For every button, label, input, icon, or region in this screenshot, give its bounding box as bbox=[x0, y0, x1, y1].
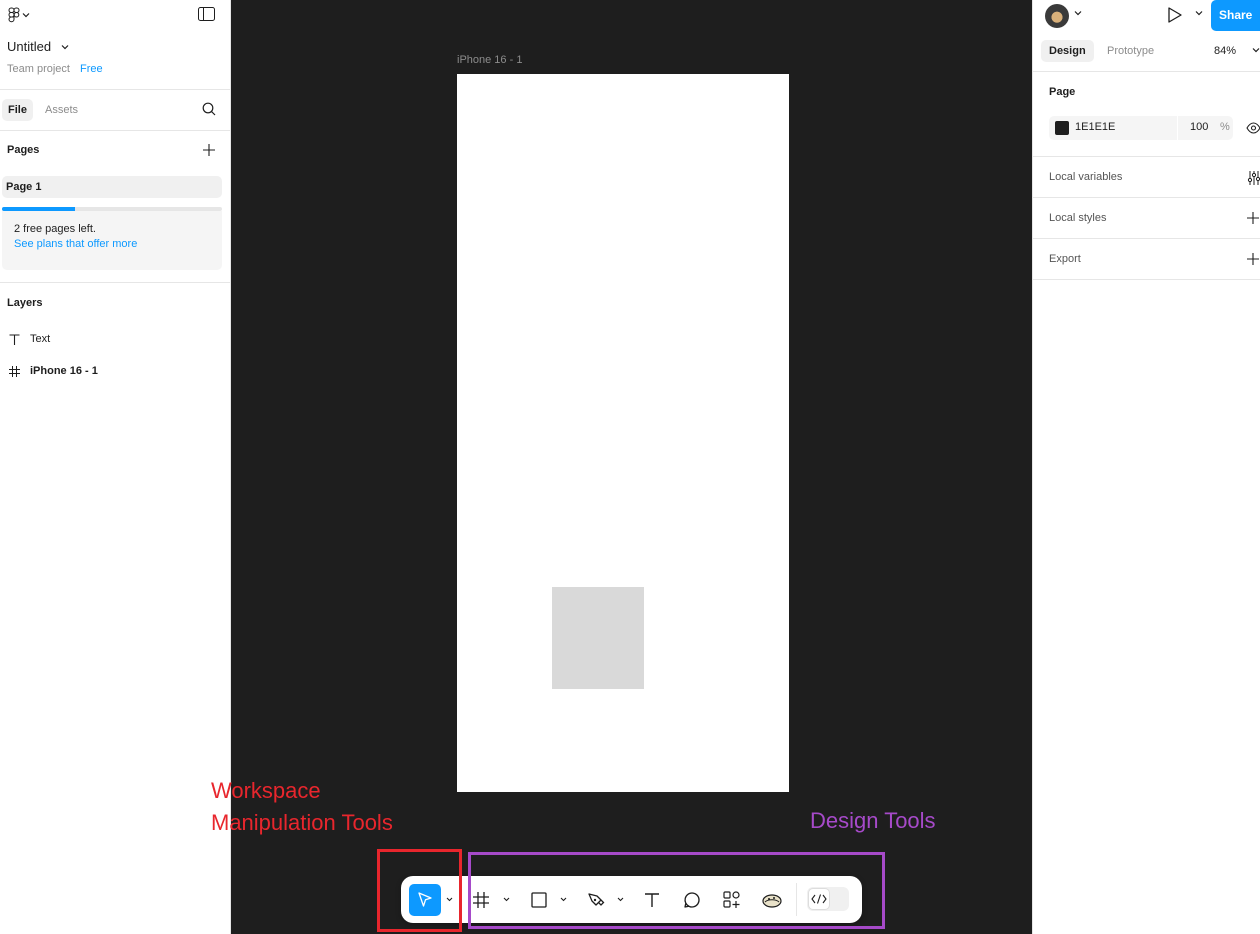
right-header: Share Design Prototype 84% bbox=[1033, 0, 1260, 72]
avatar[interactable] bbox=[1045, 4, 1069, 28]
divider bbox=[0, 282, 230, 283]
main-menu-button[interactable] bbox=[8, 7, 32, 23]
tab-design[interactable]: Design bbox=[1041, 40, 1094, 62]
background-hex[interactable]: 1E1E1E bbox=[1075, 121, 1115, 133]
export-label: Export bbox=[1049, 253, 1081, 265]
sidebar-toggle-icon[interactable] bbox=[198, 7, 215, 21]
canvas[interactable]: iPhone 16 - 1 Workspace Manipulation Too… bbox=[211, 0, 1248, 934]
annotation-workspace-line1: Workspace bbox=[211, 778, 321, 803]
sliders-icon[interactable] bbox=[1247, 171, 1260, 185]
add-page-icon[interactable] bbox=[203, 144, 215, 156]
background-color-field[interactable]: 1E1E1E 100 % bbox=[1049, 116, 1233, 140]
zoom-level[interactable]: 84% bbox=[1214, 45, 1236, 57]
plan-badge[interactable]: Free bbox=[80, 63, 103, 75]
file-title-text: Untitled bbox=[7, 39, 52, 54]
figma-logo-icon bbox=[8, 7, 20, 23]
layer-name: Text bbox=[30, 333, 51, 345]
annotation-workspace-line2: Manipulation Tools bbox=[211, 810, 393, 835]
file-header: Untitled Team project Free bbox=[0, 0, 230, 90]
team-name[interactable]: Team project bbox=[7, 63, 70, 75]
frame-label[interactable]: iPhone 16 - 1 bbox=[457, 54, 522, 66]
annotation-box-workspace bbox=[377, 849, 462, 932]
upsell-link[interactable]: See plans that offer more bbox=[14, 238, 210, 250]
text-icon bbox=[8, 333, 20, 345]
page-section: Page 1E1E1E 100 % bbox=[1033, 72, 1260, 157]
local-variables-label: Local variables bbox=[1049, 171, 1123, 183]
tab-prototype[interactable]: Prototype bbox=[1099, 40, 1162, 62]
chevron-down-icon[interactable] bbox=[1074, 10, 1082, 16]
file-title[interactable]: Untitled bbox=[7, 39, 69, 54]
chevron-down-icon[interactable] bbox=[1195, 10, 1203, 16]
annotation-box-design bbox=[468, 852, 885, 929]
page-item-page-1[interactable]: Page 1 bbox=[2, 176, 222, 198]
chevron-down-icon bbox=[61, 44, 69, 49]
opacity-unit: % bbox=[1220, 121, 1230, 133]
plus-icon[interactable] bbox=[1247, 253, 1259, 265]
present-play-icon[interactable] bbox=[1167, 6, 1183, 24]
export-section[interactable]: Export bbox=[1033, 239, 1260, 280]
color-swatch[interactable] bbox=[1055, 121, 1069, 135]
local-variables-section[interactable]: Local variables bbox=[1033, 157, 1260, 198]
upsell-card: 2 free pages left. See plans that offer … bbox=[2, 211, 222, 270]
page-section-title: Page bbox=[1049, 86, 1076, 98]
chevron-down-icon bbox=[22, 13, 30, 18]
layer-item-frame[interactable]: iPhone 16 - 1 bbox=[8, 363, 98, 379]
iphone-frame[interactable] bbox=[457, 74, 789, 792]
opacity-value[interactable]: 100 bbox=[1190, 121, 1208, 133]
rectangle-shape[interactable] bbox=[552, 587, 644, 689]
layer-item-text[interactable]: Text bbox=[8, 331, 50, 347]
plus-icon[interactable] bbox=[1247, 212, 1259, 224]
layers-heading: Layers bbox=[7, 297, 43, 309]
annotation-design-tools: Design Tools bbox=[810, 808, 936, 833]
local-styles-label: Local styles bbox=[1049, 212, 1107, 224]
team-info: Team project Free bbox=[7, 63, 103, 75]
frame-icon bbox=[8, 365, 20, 377]
annotation-workspace: Workspace Manipulation Tools bbox=[211, 775, 393, 839]
upsell-text: 2 free pages left. bbox=[14, 223, 96, 235]
left-tabs: File Assets bbox=[0, 90, 230, 131]
tab-assets[interactable]: Assets bbox=[39, 99, 84, 121]
search-icon[interactable] bbox=[202, 102, 216, 116]
tab-file[interactable]: File bbox=[2, 99, 33, 121]
layer-name: iPhone 16 - 1 bbox=[30, 365, 98, 377]
opacity-field[interactable]: 100 % bbox=[1177, 116, 1233, 140]
share-button[interactable]: Share bbox=[1211, 0, 1260, 31]
left-sidebar: Untitled Team project Free File Assets P… bbox=[0, 0, 231, 934]
chevron-down-icon[interactable] bbox=[1252, 47, 1260, 53]
pages-heading: Pages bbox=[7, 144, 40, 156]
eye-icon[interactable] bbox=[1246, 122, 1260, 134]
local-styles-section[interactable]: Local styles bbox=[1033, 198, 1260, 239]
right-panel: Share Design Prototype 84% Page 1E1E1E 1… bbox=[1032, 0, 1260, 934]
